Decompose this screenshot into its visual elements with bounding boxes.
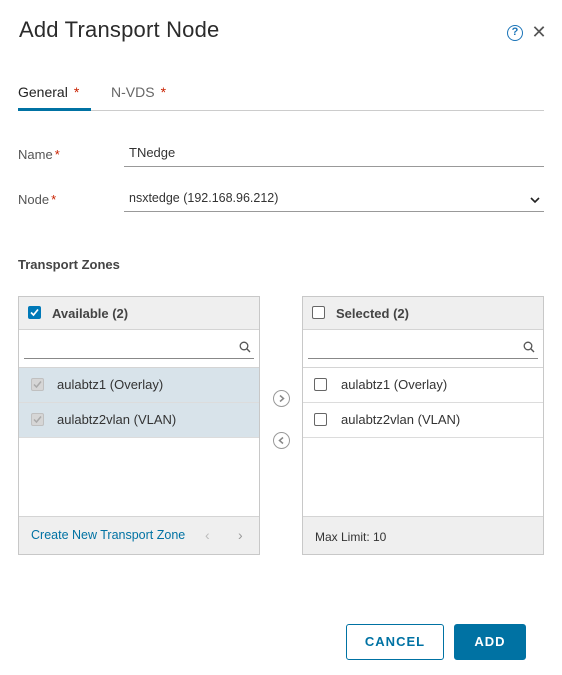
create-transport-zone-link[interactable]: Create New Transport Zone bbox=[31, 528, 185, 542]
selected-listbox: Selected (2) aulabtz1 (Overlay) aulabtz2… bbox=[302, 296, 544, 555]
name-field-value: TNedge bbox=[129, 145, 176, 160]
tab-nvds-label: N-VDS bbox=[111, 84, 155, 100]
cancel-button[interactable]: CANCEL bbox=[346, 624, 444, 660]
move-to-selected-button[interactable] bbox=[273, 390, 290, 407]
selected-search-input[interactable] bbox=[308, 335, 538, 359]
required-marker: * bbox=[160, 84, 167, 100]
item-checkbox[interactable] bbox=[314, 413, 327, 426]
available-footer: Create New Transport Zone ‹ › bbox=[19, 516, 259, 554]
list-item-label: aulabtz1 (Overlay) bbox=[341, 377, 448, 392]
select-all-available-checkbox[interactable] bbox=[28, 306, 41, 319]
page-title: Add Transport Node bbox=[19, 17, 220, 42]
list-item[interactable]: aulabtz1 (Overlay) bbox=[19, 368, 259, 403]
item-checkbox[interactable] bbox=[314, 378, 327, 391]
chevron-right-icon[interactable]: › bbox=[238, 527, 243, 543]
available-header-label: Available (2) bbox=[52, 306, 129, 321]
tab-nvds[interactable]: N-VDS * bbox=[111, 84, 166, 111]
item-checkbox[interactable] bbox=[31, 378, 44, 391]
required-marker: * bbox=[54, 147, 60, 162]
selected-header-label: Selected (2) bbox=[336, 306, 409, 321]
name-field[interactable]: TNedge bbox=[124, 145, 544, 167]
name-label-text: Name bbox=[18, 147, 53, 162]
list-item[interactable]: aulabtz1 (Overlay) bbox=[303, 368, 543, 403]
available-header: Available (2) bbox=[19, 297, 259, 330]
search-icon bbox=[239, 340, 251, 353]
node-label-text: Node bbox=[18, 192, 50, 207]
node-select[interactable]: nsxtedge (192.168.96.212) bbox=[124, 190, 544, 212]
close-icon[interactable]: ✕ bbox=[531, 23, 547, 41]
available-listbox: Available (2) aulabtz1 (Overlay) aulabtz… bbox=[18, 296, 260, 555]
selected-footer: Max Limit: 10 bbox=[303, 516, 543, 554]
node-label: Node * bbox=[18, 192, 56, 207]
chevron-left-icon[interactable]: ‹ bbox=[205, 527, 210, 543]
item-checkbox[interactable] bbox=[31, 413, 44, 426]
transport-zones-title: Transport Zones bbox=[18, 257, 120, 272]
node-select-value: nsxtedge (192.168.96.212) bbox=[129, 191, 279, 205]
chevron-down-icon bbox=[530, 193, 540, 204]
available-search-input[interactable] bbox=[24, 335, 254, 359]
required-marker: * bbox=[73, 84, 80, 100]
max-limit-text: Max Limit: 10 bbox=[315, 530, 387, 544]
list-item-label: aulabtz2vlan (VLAN) bbox=[57, 412, 177, 427]
select-all-selected-checkbox[interactable] bbox=[312, 306, 325, 319]
tab-general-label: General bbox=[18, 84, 68, 100]
list-item[interactable]: aulabtz2vlan (VLAN) bbox=[303, 403, 543, 438]
required-marker: * bbox=[51, 192, 57, 207]
list-item[interactable]: aulabtz2vlan (VLAN) bbox=[19, 403, 259, 438]
add-button[interactable]: ADD bbox=[454, 624, 526, 660]
name-label: Name * bbox=[18, 147, 60, 162]
tab-general[interactable]: General * bbox=[18, 84, 91, 111]
list-item-label: aulabtz1 (Overlay) bbox=[57, 377, 164, 392]
selected-header: Selected (2) bbox=[303, 297, 543, 330]
tab-bar: General * N-VDS * bbox=[18, 84, 544, 111]
list-item-label: aulabtz2vlan (VLAN) bbox=[341, 412, 461, 427]
search-icon bbox=[523, 340, 535, 353]
help-icon[interactable]: ? bbox=[507, 25, 523, 41]
move-to-available-button[interactable] bbox=[273, 432, 290, 449]
